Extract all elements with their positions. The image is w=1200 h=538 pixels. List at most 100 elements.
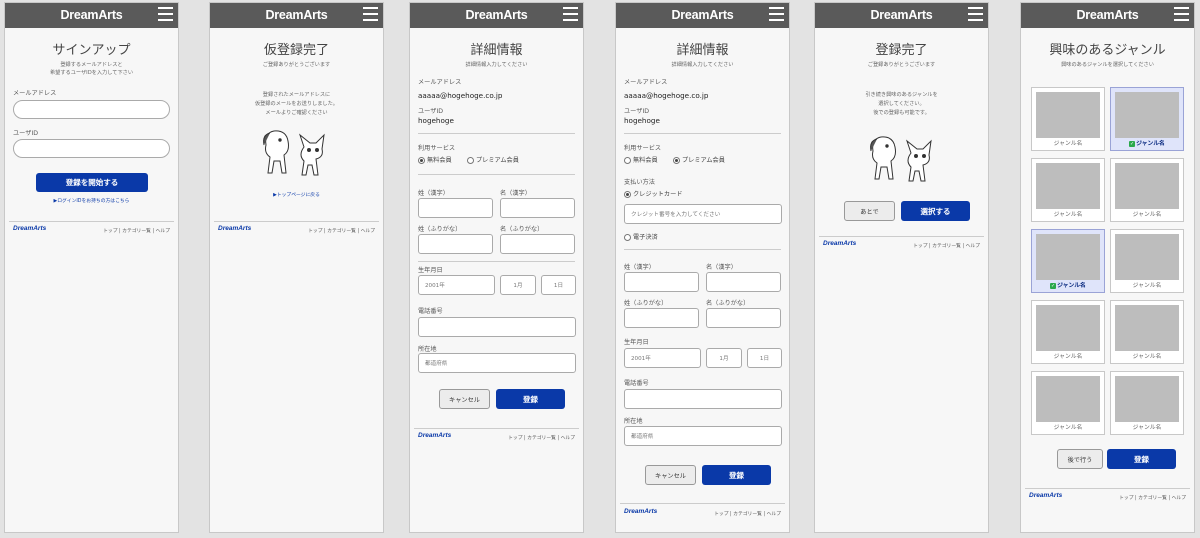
service-label: 利用サービス: [418, 145, 456, 152]
userid-label: ユーザID: [13, 130, 39, 137]
genre-card[interactable]: ジャンル名: [1031, 300, 1105, 364]
phone-input[interactable]: [624, 389, 782, 409]
birth-year-select[interactable]: 2001年: [418, 275, 495, 295]
radio-e-payment[interactable]: 電子決済: [624, 232, 658, 241]
message-line: 後での登録も可能です。: [873, 110, 930, 116]
footer-logo[interactable]: DreamArts: [418, 432, 451, 439]
divider: [624, 249, 781, 250]
phone-label: 電話番号: [624, 380, 649, 387]
register-button[interactable]: 登録: [702, 465, 771, 485]
message-line: 引き続き興味のあるジャンルを: [865, 92, 938, 98]
first-name-kanji-label: 名（漢字）: [500, 190, 531, 197]
genre-label: ✓ ジャンル名: [1050, 282, 1086, 289]
radio-free-member[interactable]: 無料会員: [418, 155, 452, 164]
footer-divider: [214, 221, 379, 222]
back-to-top-link[interactable]: ▶トップページに戻る: [210, 191, 383, 198]
radio-premium-member[interactable]: プレミアム会員: [673, 155, 725, 164]
message-line: メールよりご確認ください: [265, 110, 328, 116]
userid-input[interactable]: [13, 139, 170, 158]
last-name-kana-input[interactable]: [418, 234, 493, 254]
hamburger-menu-icon[interactable]: [158, 7, 173, 23]
first-name-kana-input[interactable]: [500, 234, 575, 254]
birth-month-select[interactable]: 1月: [706, 348, 742, 368]
address-label: 所在地: [418, 346, 437, 353]
radio-free-member[interactable]: 無料会員: [624, 155, 658, 164]
radio-credit-card[interactable]: クレジットカード: [624, 189, 683, 198]
later-button[interactable]: あとで: [844, 201, 895, 221]
radio-premium-member[interactable]: プレミアム会員: [467, 155, 519, 164]
genre-label: ジャンル名: [1132, 212, 1162, 218]
genre-label: ジャンル名: [1053, 425, 1083, 431]
page-subtitle: 登録するメールアドレスと: [60, 62, 123, 68]
last-name-kanji-input[interactable]: [418, 198, 493, 218]
register-button[interactable]: 登録: [496, 389, 565, 409]
later-button[interactable]: 後で行う: [1057, 449, 1103, 469]
email-input[interactable]: [13, 100, 170, 119]
last-name-kanji-input[interactable]: [624, 272, 699, 292]
first-name-kanji-input[interactable]: [500, 198, 575, 218]
footer-links[interactable]: トップ | カテゴリー覧 | ヘルプ: [1119, 494, 1186, 501]
genre-card[interactable]: ジャンル名: [1110, 229, 1184, 293]
birthdate-label: 生年月日: [624, 339, 649, 346]
dogs-illustration-icon: [263, 130, 325, 176]
genre-card[interactable]: ジャンル名: [1031, 87, 1105, 151]
footer-links[interactable]: トップ | カテゴリー覧 | ヘルプ: [103, 227, 170, 234]
email-value: aaaaa@hogehoge.co.jp: [418, 91, 503, 100]
first-name-kanji-input[interactable]: [706, 272, 781, 292]
email-value: aaaaa@hogehoge.co.jp: [624, 91, 709, 100]
hamburger-menu-icon[interactable]: [363, 7, 378, 23]
genre-label: ジャンル名: [1132, 283, 1162, 289]
footer-logo[interactable]: DreamArts: [13, 225, 46, 232]
card-number-input[interactable]: クレジット番号を入力してください: [624, 204, 782, 224]
cancel-button[interactable]: キャンセル: [439, 389, 490, 409]
genre-image-placeholder: [1115, 234, 1179, 280]
divider: [418, 261, 575, 262]
select-genre-button[interactable]: 選択する: [901, 201, 970, 221]
birth-day-select[interactable]: 1日: [541, 275, 576, 295]
genre-card[interactable]: ジャンル名: [1110, 158, 1184, 222]
page-title: 詳細情報: [470, 43, 523, 58]
genre-card[interactable]: ジャンル名: [1110, 371, 1184, 435]
genre-card[interactable]: ジャンル名: [1031, 371, 1105, 435]
app-header: DreamArts: [410, 3, 583, 28]
footer-links[interactable]: トップ | カテゴリー覧 | ヘルプ: [308, 227, 375, 234]
prefecture-input[interactable]: 都道府県: [418, 353, 576, 373]
genre-label: ✓ ジャンル名: [1129, 140, 1165, 147]
register-button[interactable]: 登録: [1107, 449, 1176, 469]
genre-image-placeholder: [1115, 92, 1179, 138]
footer-logo[interactable]: DreamArts: [823, 240, 856, 247]
userid-label: ユーザID: [418, 108, 444, 115]
genre-card[interactable]: ジャンル名: [1031, 158, 1105, 222]
start-registration-button[interactable]: 登録を開始する: [36, 173, 148, 192]
brand-logo: DreamArts: [1076, 8, 1139, 22]
genre-card[interactable]: ✓ ジャンル名: [1031, 229, 1105, 293]
hamburger-menu-icon[interactable]: [563, 7, 578, 23]
page-subtitle: 興味のあるジャンルを選択してください: [1061, 62, 1154, 68]
birth-day-select[interactable]: 1日: [747, 348, 782, 368]
last-name-kana-input[interactable]: [624, 308, 699, 328]
genre-image-placeholder: [1115, 163, 1179, 209]
hamburger-menu-icon[interactable]: [968, 7, 983, 23]
first-name-kana-input[interactable]: [706, 308, 781, 328]
prefecture-input[interactable]: 都道府県: [624, 426, 782, 446]
birthdate-label: 生年月日: [418, 267, 443, 274]
brand-logo: DreamArts: [60, 8, 123, 22]
phone-input[interactable]: [418, 317, 576, 337]
footer-logo[interactable]: DreamArts: [624, 508, 657, 515]
birth-month-select[interactable]: 1月: [500, 275, 536, 295]
divider: [624, 133, 781, 134]
hamburger-menu-icon[interactable]: [769, 7, 784, 23]
footer-links[interactable]: トップ | カテゴリー覧 | ヘルプ: [913, 242, 980, 249]
footer-logo[interactable]: DreamArts: [218, 225, 251, 232]
hamburger-menu-icon[interactable]: [1174, 7, 1189, 23]
genre-image-placeholder: [1115, 305, 1179, 351]
genre-card[interactable]: ✓ ジャンル名: [1110, 87, 1184, 151]
brand-logo: DreamArts: [265, 8, 328, 22]
footer-links[interactable]: トップ | カテゴリー覧 | ヘルプ: [714, 510, 781, 517]
genre-card[interactable]: ジャンル名: [1110, 300, 1184, 364]
login-id-link[interactable]: ▶ログインIDをお持ちの方はこちら: [5, 197, 178, 204]
birth-year-select[interactable]: 2001年: [624, 348, 701, 368]
footer-logo[interactable]: DreamArts: [1029, 492, 1062, 499]
footer-links[interactable]: トップ | カテゴリー覧 | ヘルプ: [508, 434, 575, 441]
cancel-button[interactable]: キャンセル: [645, 465, 696, 485]
